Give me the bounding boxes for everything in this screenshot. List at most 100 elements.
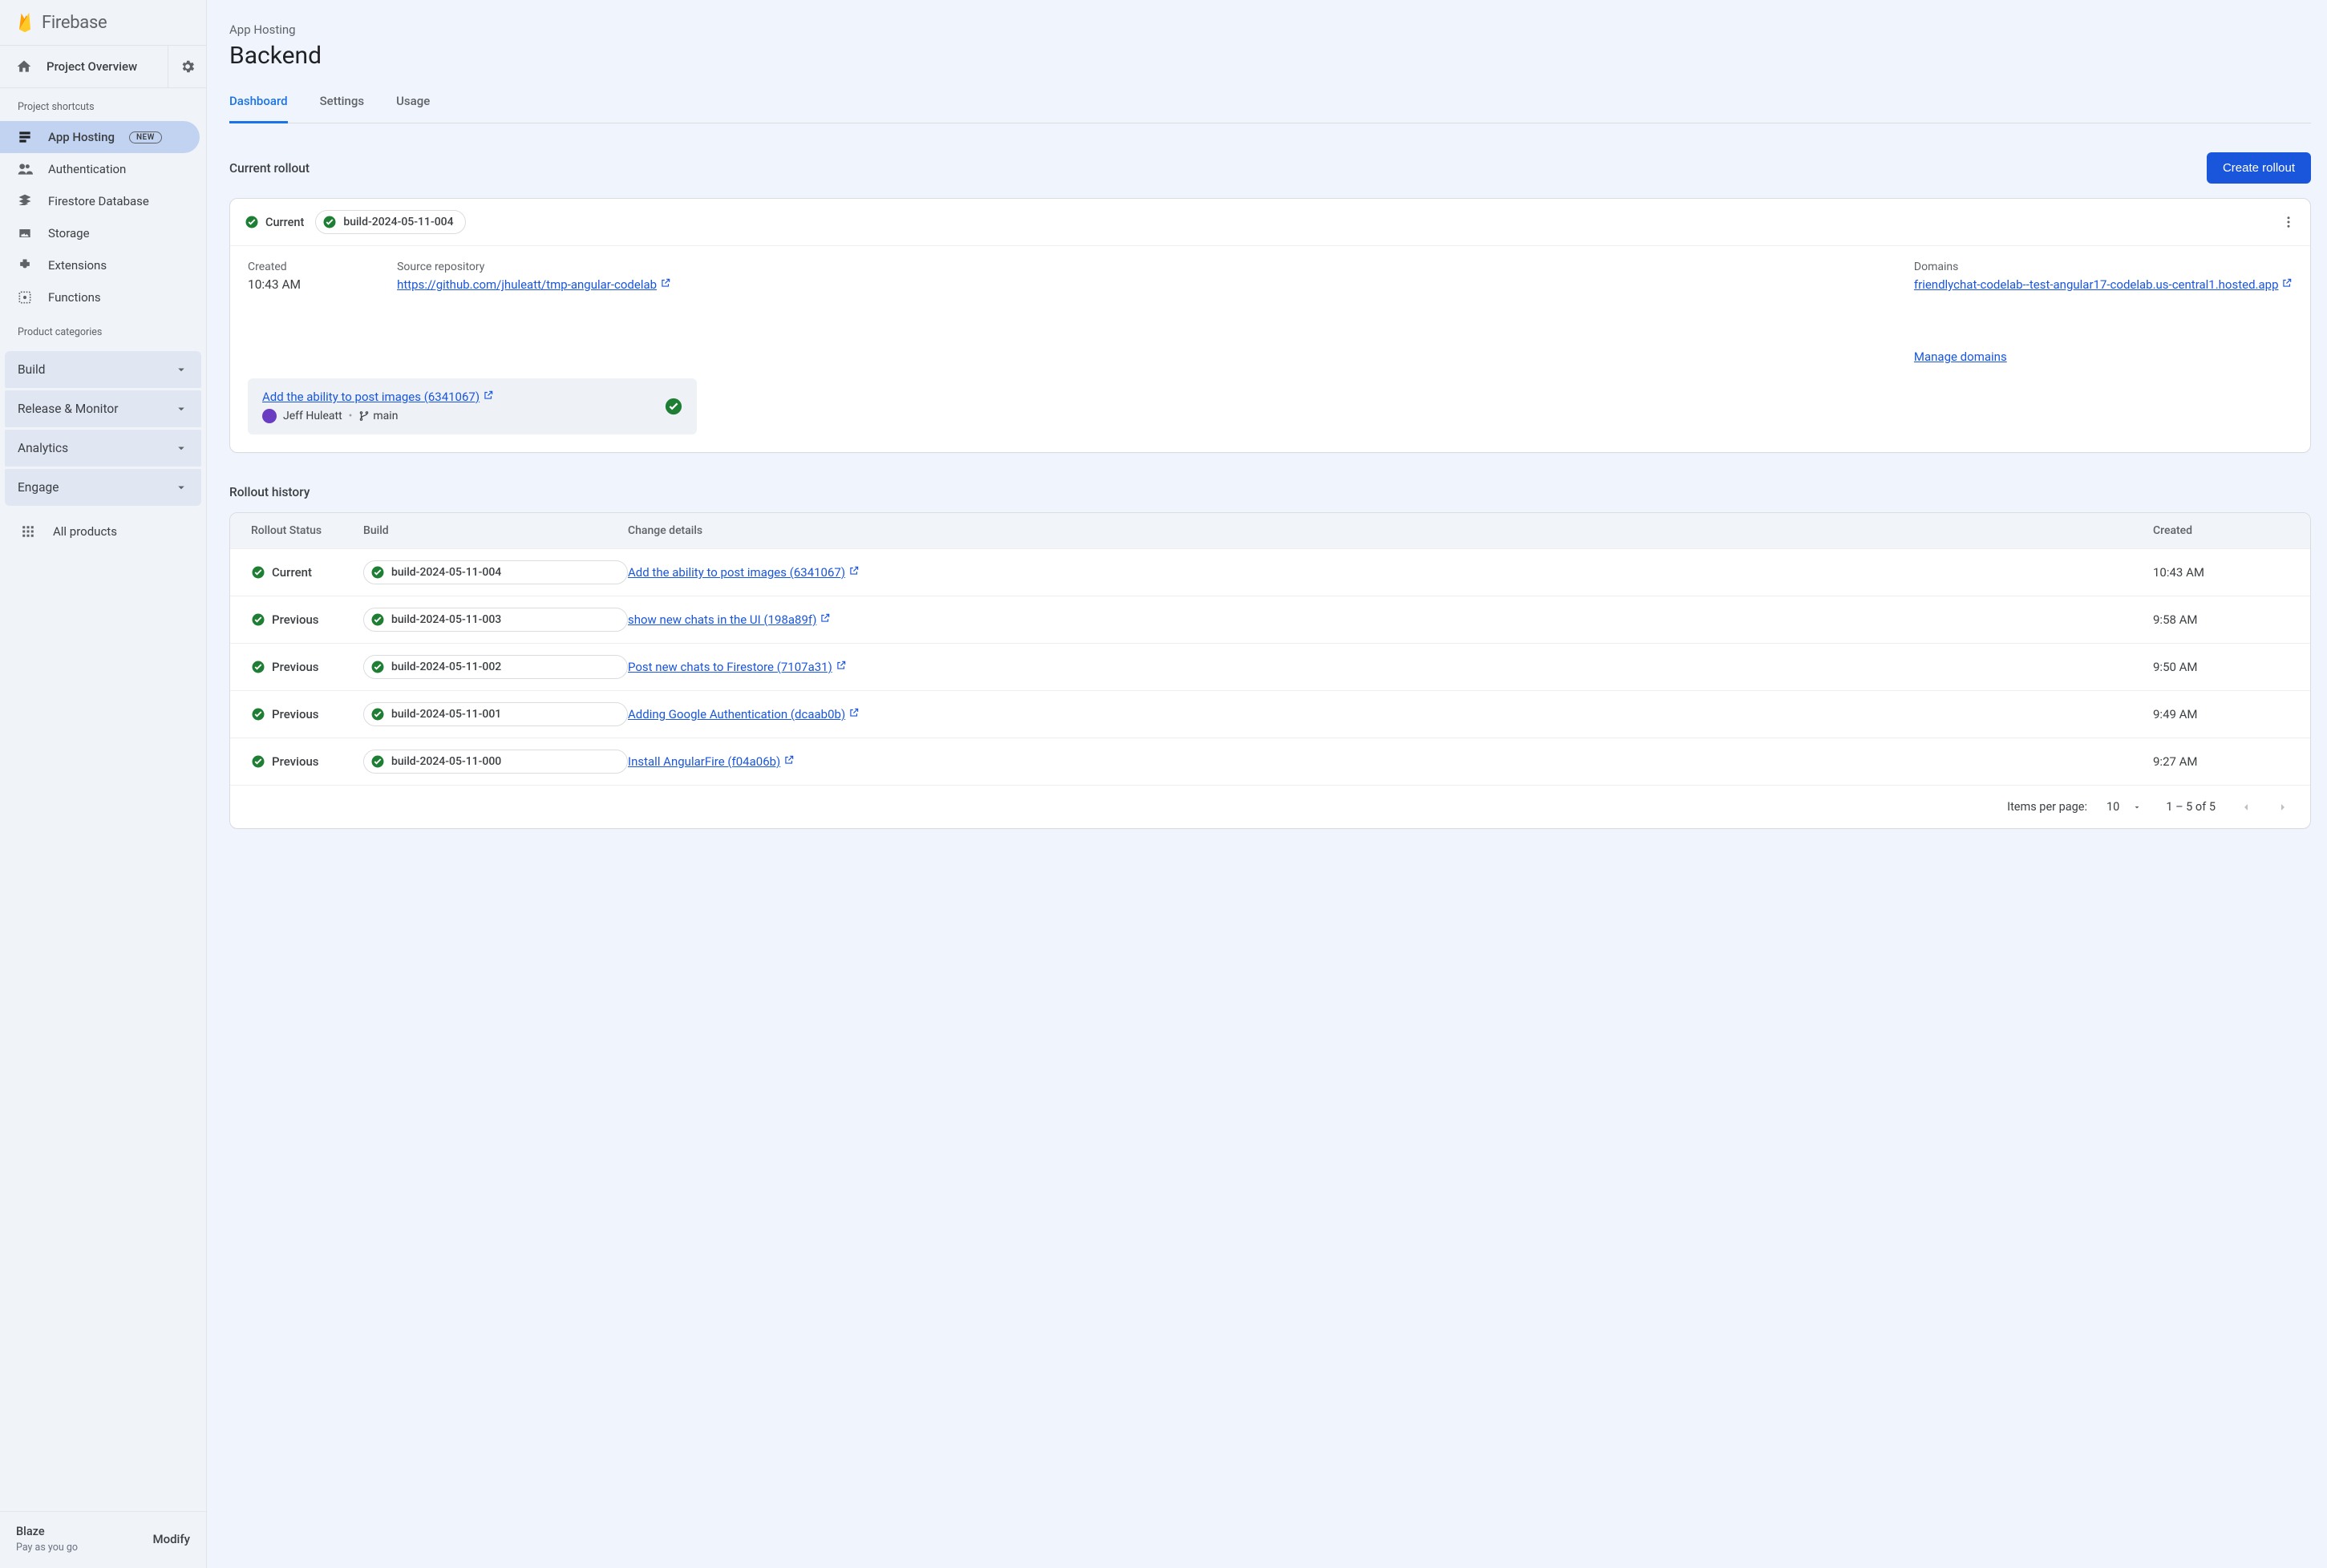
change-link[interactable]: Add the ability to post images (6341067) xyxy=(628,565,845,580)
home-icon xyxy=(16,59,32,75)
table-row[interactable]: Previous build-2024-05-11-003 show new c… xyxy=(230,596,2310,643)
history-heading: Rollout history xyxy=(229,485,2311,499)
category-build[interactable]: Build xyxy=(5,351,201,388)
sidebar-item-authentication[interactable]: Authentication xyxy=(0,153,200,185)
tab-usage[interactable]: Usage xyxy=(396,94,430,123)
commit-link[interactable]: Add the ability to post images (6341067) xyxy=(262,390,480,404)
created-value: 10:43 AM xyxy=(248,277,301,292)
extensions-icon xyxy=(16,257,34,273)
check-circle-icon xyxy=(665,398,682,415)
rollout-status-label: Previous xyxy=(272,660,319,674)
build-id: build-2024-05-11-002 xyxy=(391,661,501,673)
page-prev-button[interactable] xyxy=(2240,801,2252,814)
create-rollout-button[interactable]: Create rollout xyxy=(2207,152,2311,184)
build-chip[interactable]: build-2024-05-11-004 xyxy=(315,210,465,234)
col-created: Created xyxy=(2153,524,2289,537)
col-status: Rollout Status xyxy=(251,524,363,537)
rollout-status-label: Previous xyxy=(272,754,319,769)
rollout-history-table: Rollout Status Build Change details Crea… xyxy=(229,512,2311,829)
change-link[interactable]: Post new chats to Firestore (7107a31) xyxy=(628,660,832,674)
all-products[interactable]: All products xyxy=(0,508,206,555)
brand[interactable]: Firebase xyxy=(0,0,206,46)
per-page-value: 10 xyxy=(2106,800,2119,814)
per-page-select[interactable]: 10 xyxy=(2106,800,2142,814)
build-chip[interactable]: build-2024-05-11-003 xyxy=(363,608,628,632)
new-badge: NEW xyxy=(129,131,162,143)
commit-branch: main xyxy=(358,410,398,422)
sidebar-item-label: Firestore Database xyxy=(48,194,149,208)
rollout-status: Previous xyxy=(251,612,363,627)
sidebar-item-label: App Hosting xyxy=(48,130,115,144)
gear-icon xyxy=(180,59,196,75)
category-label: Engage xyxy=(18,480,59,495)
page-next-button[interactable] xyxy=(2276,801,2289,814)
firebase-logo-icon xyxy=(16,11,34,34)
rollout-status-label: Previous xyxy=(272,612,319,627)
project-overview-label: Project Overview xyxy=(47,59,137,74)
domain-link[interactable]: friendlychat-codelab--test-angular17-cod… xyxy=(1914,277,2279,292)
table-row[interactable]: Previous build-2024-05-11-001 Adding Goo… xyxy=(230,690,2310,738)
change-link[interactable]: Adding Google Authentication (dcaab0b) xyxy=(628,707,845,721)
current-rollout-heading: Current rollout xyxy=(229,161,310,176)
branch-icon xyxy=(358,410,370,422)
domains-label: Domains xyxy=(1914,261,2293,273)
source-repo-link[interactable]: https://github.com/jhuleatt/tmp-angular-… xyxy=(397,277,657,292)
table-header: Rollout Status Build Change details Crea… xyxy=(230,513,2310,548)
all-products-label: All products xyxy=(53,524,117,539)
external-link-icon xyxy=(483,391,494,404)
category-label: Analytics xyxy=(18,441,68,455)
dropdown-icon xyxy=(2132,802,2142,812)
build-chip[interactable]: build-2024-05-11-001 xyxy=(363,702,628,726)
build-chip[interactable]: build-2024-05-11-004 xyxy=(363,560,628,584)
sidebar-item-functions[interactable]: Functions xyxy=(0,281,200,313)
external-link-icon xyxy=(783,754,795,769)
build-chip[interactable]: build-2024-05-11-002 xyxy=(363,655,628,679)
rollout-status: Previous xyxy=(251,707,363,721)
project-overview[interactable]: Project Overview xyxy=(0,46,168,87)
breadcrumb[interactable]: App Hosting xyxy=(229,22,2311,37)
categories-heading: Product categories xyxy=(0,313,206,346)
rollout-status: Previous xyxy=(251,754,363,769)
table-row[interactable]: Current build-2024-05-11-004 Add the abi… xyxy=(230,548,2310,596)
project-settings-button[interactable] xyxy=(168,46,206,87)
build-chip[interactable]: build-2024-05-11-000 xyxy=(363,750,628,774)
check-circle-icon xyxy=(245,215,259,229)
rollout-status-label: Current xyxy=(272,565,312,580)
chevron-down-icon xyxy=(174,402,188,416)
external-link-icon xyxy=(660,279,671,292)
app-hosting-icon xyxy=(16,129,34,145)
tab-dashboard[interactable]: Dashboard xyxy=(229,94,288,123)
plan-modify-button[interactable]: Modify xyxy=(152,1532,190,1546)
tab-settings[interactable]: Settings xyxy=(320,94,365,123)
authentication-icon xyxy=(16,161,34,177)
rollout-status: Previous xyxy=(251,660,363,674)
main: App Hosting Backend Dashboard Settings U… xyxy=(207,0,2327,1568)
category-release-monitor[interactable]: Release & Monitor xyxy=(5,390,201,427)
per-page-label: Items per page: xyxy=(2007,800,2087,814)
more-menu-button[interactable] xyxy=(2281,215,2296,229)
plan-subtitle: Pay as you go xyxy=(16,1542,78,1554)
category-engage[interactable]: Engage xyxy=(5,469,201,506)
avatar xyxy=(262,409,277,423)
page-range: 1 – 5 of 5 xyxy=(2166,800,2216,814)
table-row[interactable]: Previous build-2024-05-11-000 Install An… xyxy=(230,738,2310,785)
sidebar-item-storage[interactable]: Storage xyxy=(0,217,200,249)
build-id: build-2024-05-11-000 xyxy=(391,755,501,768)
created-time: 10:43 AM xyxy=(2153,565,2289,580)
page-title: Backend xyxy=(229,42,2311,70)
build-id: build-2024-05-11-003 xyxy=(391,613,501,626)
col-build: Build xyxy=(363,524,628,537)
table-row[interactable]: Previous build-2024-05-11-002 Post new c… xyxy=(230,643,2310,690)
grid-icon xyxy=(21,524,35,539)
storage-icon xyxy=(16,225,34,241)
category-analytics[interactable]: Analytics xyxy=(5,430,201,467)
sidebar-item-extensions[interactable]: Extensions xyxy=(0,249,200,281)
rollout-status: Current xyxy=(245,215,304,229)
change-link[interactable]: show new chats in the UI (198a89f) xyxy=(628,612,816,627)
sidebar-item-firestore[interactable]: Firestore Database xyxy=(0,185,200,217)
manage-domains-link[interactable]: Manage domains xyxy=(1914,350,2007,364)
sidebar-item-app-hosting[interactable]: App Hosting NEW xyxy=(0,121,200,153)
created-label: Created xyxy=(248,261,301,273)
created-time: 9:50 AM xyxy=(2153,660,2289,674)
change-link[interactable]: Install AngularFire (f04a06b) xyxy=(628,754,780,769)
